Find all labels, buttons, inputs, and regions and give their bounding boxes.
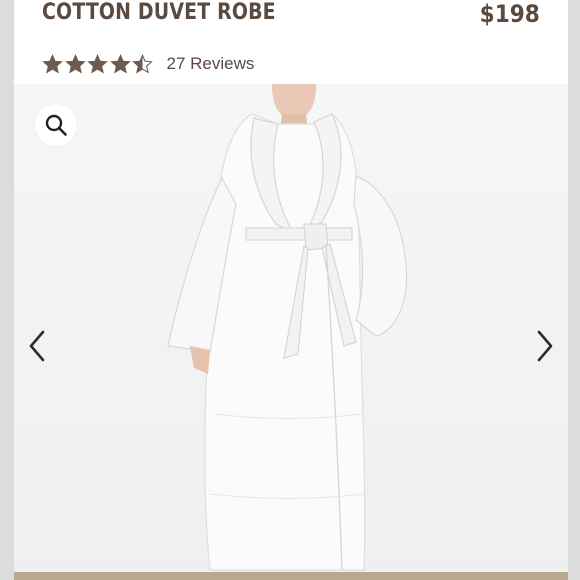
- previous-image-button[interactable]: [22, 326, 52, 366]
- chevron-right-icon: [537, 330, 553, 362]
- star-icon: [87, 53, 108, 73]
- star-icon: [64, 53, 86, 73]
- search-icon: [45, 114, 67, 136]
- chevron-left-icon: [29, 330, 45, 362]
- product-title: COTTON DUVET ROBE: [42, 0, 276, 25]
- star-icon: [132, 53, 153, 73]
- star-rating: [42, 53, 155, 75]
- product-price: $198: [479, 0, 540, 28]
- product-rating[interactable]: 27 Reviews: [42, 52, 254, 76]
- product-header: COTTON DUVET ROBE $198 27 Reviews: [14, 0, 568, 84]
- star-icon: [42, 53, 63, 73]
- floor-strip: [14, 572, 568, 580]
- product-image-gallery[interactable]: [14, 84, 568, 580]
- product-photo: [167, 84, 408, 571]
- zoom-button[interactable]: [35, 104, 77, 146]
- reviews-link[interactable]: 27 Reviews: [167, 54, 255, 74]
- star-icon: [109, 53, 131, 73]
- next-image-button[interactable]: [530, 326, 560, 366]
